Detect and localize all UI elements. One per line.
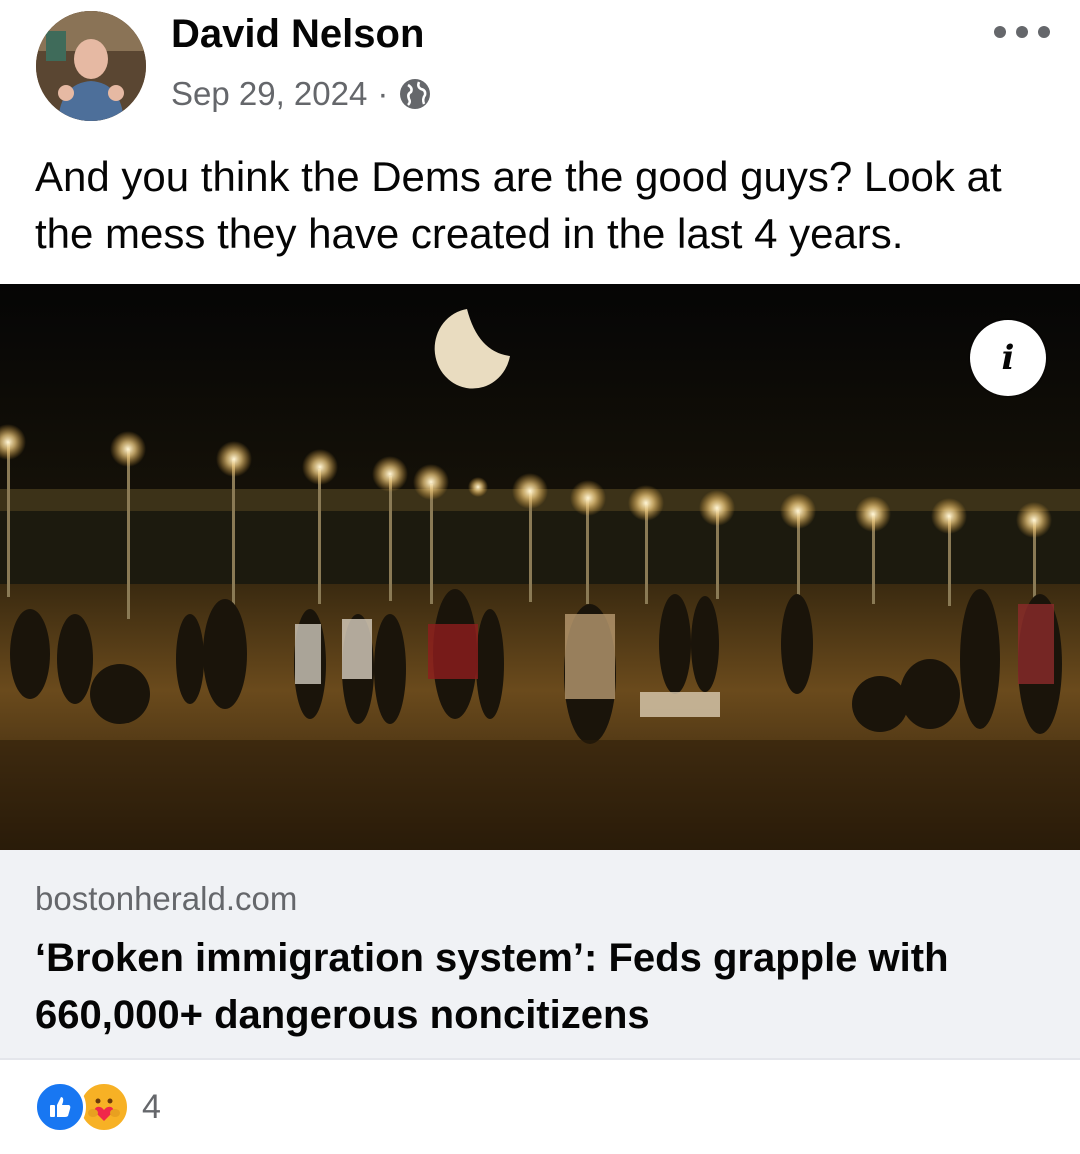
link-image[interactable]: i (0, 284, 1080, 850)
globe-icon (398, 77, 432, 111)
post-meta: Sep 29, 2024 · (171, 72, 432, 116)
link-domain: bostonherald.com (35, 880, 298, 917)
reaction-count[interactable]: 4 (142, 1088, 161, 1127)
author-name[interactable]: David Nelson (171, 12, 424, 57)
link-preview-card[interactable]: bostonherald.com ‘Broken immigration sys… (0, 850, 1080, 1058)
post-date[interactable]: Sep 29, 2024 (171, 75, 367, 113)
divider (0, 1058, 1080, 1060)
reaction-summary[interactable]: 4 (34, 1081, 161, 1133)
post-text: And you think the Dems are the good guys… (35, 153, 1002, 257)
info-icon[interactable]: i (970, 320, 1046, 396)
post-header: David Nelson Sep 29, 2024 · (0, 0, 1080, 130)
avatar[interactable] (36, 11, 146, 121)
more-options-icon[interactable] (994, 22, 1050, 42)
meta-separator: · (377, 75, 389, 112)
like-reaction-icon (34, 1081, 86, 1133)
link-headline[interactable]: ‘Broken immigration system’: Feds grappl… (35, 930, 1045, 1044)
